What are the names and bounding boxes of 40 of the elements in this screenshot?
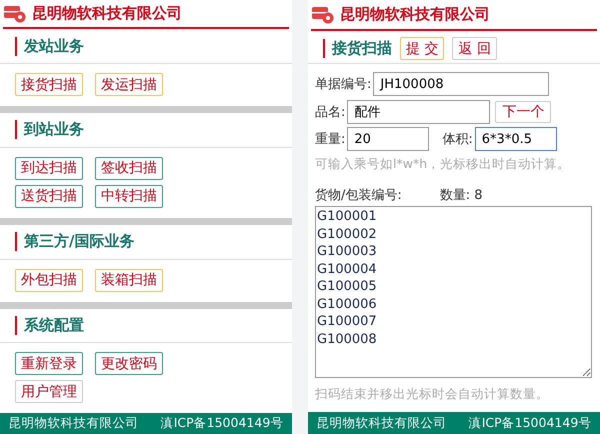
- company-title: 昆明物软科技有限公司: [340, 5, 490, 24]
- field-label: 重量:: [315, 131, 346, 148]
- action-button[interactable]: 提 交: [400, 37, 444, 60]
- logo-icon: [4, 4, 26, 23]
- logo-icon: [312, 6, 334, 24]
- menu-button[interactable]: 接货扫描: [15, 73, 83, 96]
- menu-button[interactable]: 更改密码: [95, 352, 163, 376]
- footer-company: 昆明物软科技有限公司: [8, 415, 139, 432]
- menu-button[interactable]: 送货扫描: [15, 184, 83, 208]
- section-heading: 第三方/国际业务: [15, 232, 134, 252]
- volume-field[interactable]: 6*3*0.5: [474, 127, 557, 151]
- doc-number-field[interactable]: JH100008: [373, 72, 550, 96]
- section-heading: 发站业务: [15, 36, 84, 56]
- menu-button[interactable]: 发运扫描: [95, 73, 163, 96]
- menu-button[interactable]: 到达扫描: [15, 156, 83, 180]
- menu-button[interactable]: 用户管理: [15, 380, 83, 404]
- menu-button[interactable]: 装箱扫描: [95, 268, 163, 292]
- hint-text: 扫码结束并移出光标时会自动计算数量。: [315, 386, 550, 403]
- field-label: 品名:: [315, 104, 346, 121]
- next-button[interactable]: 下一个: [495, 101, 552, 123]
- footer-icp: 滇ICP备15004149号: [468, 414, 592, 432]
- codes-textarea[interactable]: G100001 G100002 G100003 G100004 G100005 G100006 G100007 G100008: [315, 206, 592, 378]
- footer-icp: 滇ICP备15004149号: [160, 415, 284, 432]
- field-label: 单据编号:: [315, 76, 372, 93]
- weight-field[interactable]: 20: [347, 127, 430, 151]
- hint-text: 可输入乘号如l*w*h，光标移出时自动计算。: [315, 156, 572, 173]
- company-title: 昆明物软科技有限公司: [32, 4, 182, 24]
- footer-company: 昆明物软科技有限公司: [316, 414, 447, 432]
- section-heading: 到站业务: [15, 120, 84, 140]
- menu-button[interactable]: 重新登录: [15, 352, 83, 376]
- item-name-field[interactable]: 配件: [347, 100, 490, 124]
- count-label: 数量: 8: [440, 187, 483, 204]
- action-button[interactable]: 返 回: [452, 37, 497, 60]
- menu-button[interactable]: 外包扫描: [15, 268, 83, 292]
- section-heading: 系统配置: [15, 316, 84, 335]
- menu-button[interactable]: 签收扫描: [95, 156, 163, 180]
- page-title: 接货扫描: [323, 39, 392, 58]
- field-label: 体积:: [442, 131, 473, 148]
- codes-label: 货物/包装编号:: [315, 187, 402, 204]
- menu-button[interactable]: 中转扫描: [95, 184, 163, 208]
